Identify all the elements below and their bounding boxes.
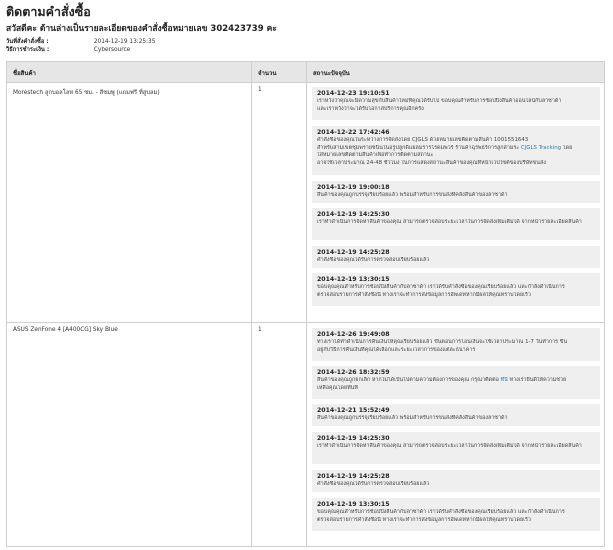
page-title: ติดตามคำสั่งซื้อ [6,4,91,19]
header-quantity: จำนวน [258,70,277,77]
event-text: คำสั่งซื้อของคุณในระหว่างการจัดส่งโดย CJ… [317,137,529,143]
status-event: 2014-12-19 14:25:28 คำสั่งซื้อของคุณได้ร… [312,470,600,492]
event-datetime: 2014-12-26 19:49:08 [317,331,390,338]
product-name: Morestech ลูกบอลโลห 65 ซม. - สีชมพู (แถม… [13,90,160,96]
status-event: 2014-12-22 17:42:46 คำสั่งซื้อของคุณในระ… [312,126,600,175]
event-text: สินค้าของคุณถูกยกเลิก หากไม่ได้เป็นไปตาม… [317,377,567,383]
event-datetime: 2014-12-19 13:30:15 [317,501,390,508]
status-event: 2014-12-19 13:30:15 ขอบคุณคุณสำหรับการช้… [312,273,600,306]
payment-method-value: Cybersource [93,47,131,53]
status-event: 2014-12-19 13:30:15 ขอบคุณคุณสำหรับการช้… [312,498,600,531]
status-event: 2014-12-19 14:25:30 เราทำดำเนินการจัดหาส… [312,432,600,464]
event-text: สินค้าของคุณถูกบรรจุเรียบร้อยแล้ว พร้อมส… [317,415,508,421]
event-text: คำสั่งซื้อของคุณได้รับการตรวจสอบเรียบร้อ… [317,257,430,263]
event-datetime: 2014-12-23 19:10:51 [317,90,390,97]
status-event: 2014-12-19 19:00:18 สินค้าของคุณถูกบรรจุ… [312,181,600,203]
event-text: อาจใช้เวลาประมาณ 24-48 ชั่วโมง ในการแสดง… [317,159,546,166]
status-event: 2014-12-19 14:25:28 คำสั่งซื้อของคุณได้ร… [312,246,600,268]
event-text: เราทำดำเนินการจัดหาสินค้าของคุณ สามารถตร… [317,219,582,225]
column-divider [251,62,252,546]
column-divider [306,62,307,546]
event-text: ขอบคุณคุณสำหรับการช้อปปิ้งสินค้ากับลาซาด… [317,284,565,290]
header-status: สถานะปัจจุบัน [313,70,350,77]
event-datetime: 2014-12-19 19:00:18 [317,184,390,191]
product-quantity: 1 [258,87,262,93]
event-text: ตรวจสอบรายการคำสั่งซื้อนี้ ทางเราจะทำการ… [317,516,531,523]
status-event: 2014-12-26 18:32:59 สินค้าของคุณถูกยกเลิ… [312,366,600,399]
status-event: 2014-12-23 19:10:51 เราหวังว่าคุณจะมีควา… [312,87,600,120]
order-subtitle: สวัสดีคะ ด้านล่างเป็นรายละเอียดของคำสั่ง… [6,24,277,34]
event-datetime: 2014-12-19 14:25:30 [317,435,390,442]
event-text: ใส่หมายเลขติดตามสินค้าเพื่อทำการติดตามสถ… [317,152,434,159]
row-divider [7,322,604,323]
tracking-link[interactable]: ที่นี่ [501,377,508,383]
status-event: 2014-12-21 15:52:49 สินค้าของคุณถูกบรรจุ… [312,404,600,426]
status-event: 2014-12-26 19:49:08 ทางเราได้ทำดำเนินการ… [312,328,600,361]
order-status-table: ชื่อสินค้า จำนวน สถานะปัจจุบัน Morestech… [6,61,605,547]
event-datetime: 2014-12-19 13:30:15 [317,276,390,283]
event-text: เราหวังว่าคุณจะมีความสุขกับสินค้าใหม่ที่… [317,98,562,104]
event-datetime: 2014-12-19 14:25:28 [317,249,390,256]
event-datetime: 2014-12-21 15:52:49 [317,407,390,414]
event-text: คำสั่งซื้อของคุณได้รับการตรวจสอบเรียบร้อ… [317,481,430,487]
event-text: เราทำดำเนินการจัดหาสินค้าของคุณ สามารถตร… [317,443,582,449]
event-text: เหลือคุณโดยทันที [317,384,358,391]
event-datetime: 2014-12-19 14:25:28 [317,473,390,480]
event-text: และเราหวังว่าจะได้รับโอกาสบริการคุณอีกคร… [317,105,424,112]
event-datetime: 2014-12-26 18:32:59 [317,369,390,376]
product-quantity: 1 [258,327,262,333]
event-text: ทางเราได้ทำดำเนินการคืนเงินให้คุณเรียบร้… [317,339,568,345]
payment-method-row: วิธีการชำระเงิน : Cybersource [6,44,130,54]
status-event: 2014-12-19 14:25:30 เราทำดำเนินการจัดหาส… [312,208,600,240]
event-datetime: 2014-12-19 14:25:30 [317,211,390,218]
event-text: อยู่กับวิธีการคืนเงินที่คุณได้เลือกและระ… [317,346,476,353]
header-product: ชื่อสินค้า [13,70,36,77]
tracking-link[interactable]: CJGLS Tracking [521,145,561,151]
event-text: สำหรับสามเขตชุมพรายชนินในอรูปลูกดิแยลมรา… [317,144,573,151]
event-text: สินค้าของคุณถูกบรรจุเรียบร้อยแล้ว พร้อมส… [317,192,508,198]
event-text: ขอบคุณคุณสำหรับการช้อปปิ้งสินค้ากับลาซาด… [317,509,565,515]
event-datetime: 2014-12-22 17:42:46 [317,129,390,136]
event-text: ตรวจสอบรายการคำสั่งซื้อนี้ ทางเราจะทำการ… [317,291,531,298]
product-name: ASUS ZenFone 4 [A400CG] Sky Blue [13,327,118,333]
payment-method-label: วิธีการชำระเงิน : [6,47,50,53]
